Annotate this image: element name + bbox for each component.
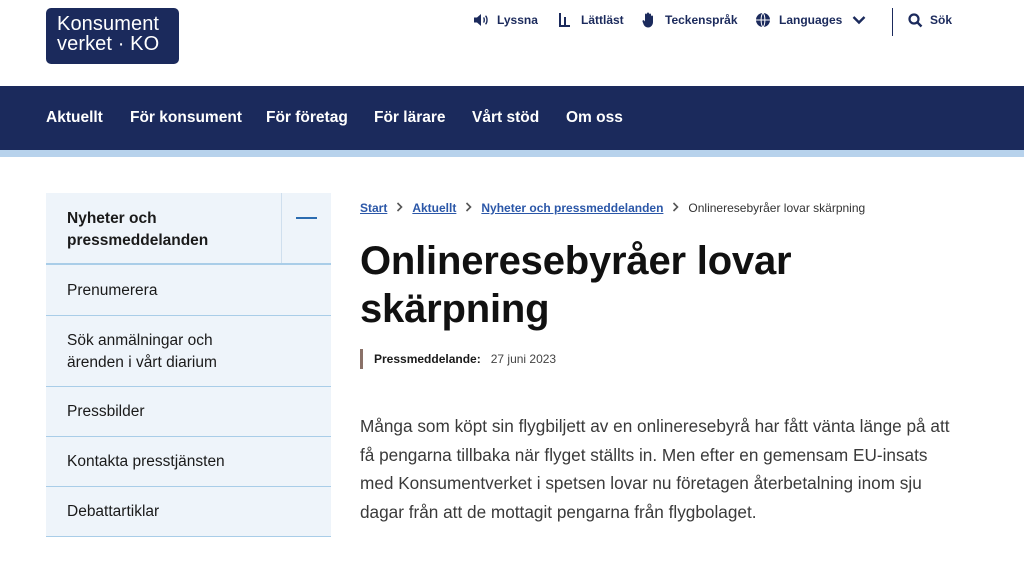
section-sidebar: Nyheter och pressmeddelanden Prenumerera… bbox=[46, 193, 331, 537]
sign-language-link[interactable]: Teckenspråk bbox=[640, 0, 738, 40]
sidebar-item-prenumerera[interactable]: Prenumerera bbox=[46, 265, 331, 316]
listen-label: Lyssna bbox=[497, 13, 538, 27]
site-header: Konsument verket · KO Lyssna Lättläst Te… bbox=[0, 0, 1024, 86]
nav-item-aktuellt[interactable]: Aktuellt bbox=[46, 86, 103, 150]
sidebar-item-diarium[interactable]: Sök anmälningar och ärenden i vårt diari… bbox=[46, 316, 331, 387]
breadcrumb-link-nyheter[interactable]: Nyheter och pressmeddelanden bbox=[481, 201, 663, 215]
languages-dropdown[interactable]: Languages bbox=[754, 0, 868, 40]
breadcrumb-link-aktuellt[interactable]: Aktuellt bbox=[412, 201, 456, 215]
easy-read-label: Lättläst bbox=[581, 13, 624, 27]
sidebar-item-label: Sök anmälningar och ärenden i vårt diari… bbox=[67, 332, 217, 371]
page-title: Onlineresebyråer lovar skärpning bbox=[360, 239, 792, 331]
search-button[interactable]: Sök bbox=[906, 0, 952, 40]
sign-language-label: Teckenspråk bbox=[665, 13, 738, 27]
sidebar-item-kontakta-presstjansten[interactable]: Kontakta presstjänsten bbox=[46, 437, 331, 487]
article-date: 27 juni 2023 bbox=[490, 352, 557, 366]
header-divider bbox=[892, 8, 893, 36]
breadcrumb-current: Onlineresebyråer lovar skärpning bbox=[688, 201, 866, 215]
nav-accent-stripe bbox=[0, 150, 1024, 157]
listen-button[interactable]: Lyssna bbox=[472, 0, 538, 40]
breadcrumb: Start Aktuellt Nyheter och pressmeddelan… bbox=[360, 199, 865, 217]
nav-item-vart-stod[interactable]: Vårt stöd bbox=[472, 86, 539, 150]
globe-icon bbox=[754, 11, 772, 29]
chevron-down-icon bbox=[850, 11, 868, 29]
sidebar-heading[interactable]: Nyheter och pressmeddelanden bbox=[46, 193, 331, 265]
main-navigation: Aktuellt För konsument För företag För l… bbox=[0, 86, 1024, 150]
nav-item-om-oss[interactable]: Om oss bbox=[566, 86, 623, 150]
article-meta: Pressmeddelande: 27 juni 2023 bbox=[360, 349, 556, 369]
article-lead: Många som köpt sin flygbiljett av en onl… bbox=[360, 416, 950, 522]
nav-item-for-larare[interactable]: För lärare bbox=[374, 86, 446, 150]
chevron-right-icon bbox=[465, 201, 472, 215]
chevron-right-icon bbox=[396, 201, 403, 215]
languages-label: Languages bbox=[779, 13, 843, 27]
sidebar-item-debattartiklar[interactable]: Debattartiklar bbox=[46, 487, 331, 537]
sign-language-hand-icon bbox=[640, 11, 658, 29]
sidebar-item-label: Prenumerera bbox=[67, 282, 158, 299]
nav-item-for-konsument[interactable]: För konsument bbox=[130, 86, 242, 150]
sidebar-item-pressbilder[interactable]: Pressbilder bbox=[46, 387, 331, 437]
search-icon bbox=[906, 11, 924, 29]
article-type-label: Pressmeddelande: bbox=[374, 352, 481, 366]
logo-line-2: verket · KO bbox=[57, 33, 160, 55]
easy-read-icon bbox=[556, 11, 574, 29]
collapse-minus-icon[interactable] bbox=[296, 217, 317, 219]
sidebar-heading-separator bbox=[281, 193, 282, 263]
chevron-right-icon bbox=[672, 201, 680, 215]
breadcrumb-link-start[interactable]: Start bbox=[360, 201, 387, 215]
search-label: Sök bbox=[930, 13, 953, 27]
easy-read-link[interactable]: Lättläst bbox=[556, 0, 624, 40]
speaker-icon bbox=[472, 11, 490, 29]
nav-item-for-foretag[interactable]: För företag bbox=[266, 86, 348, 150]
konsumentverket-logo[interactable]: Konsument verket · KO bbox=[46, 8, 179, 64]
sidebar-heading-label: Nyheter och pressmeddelanden bbox=[67, 210, 209, 249]
sidebar-item-label: Debattartiklar bbox=[67, 503, 160, 520]
sidebar-item-label: Kontakta presstjänsten bbox=[67, 453, 225, 470]
sidebar-item-label: Pressbilder bbox=[67, 403, 145, 420]
logo-line-1: Konsument bbox=[57, 13, 160, 35]
